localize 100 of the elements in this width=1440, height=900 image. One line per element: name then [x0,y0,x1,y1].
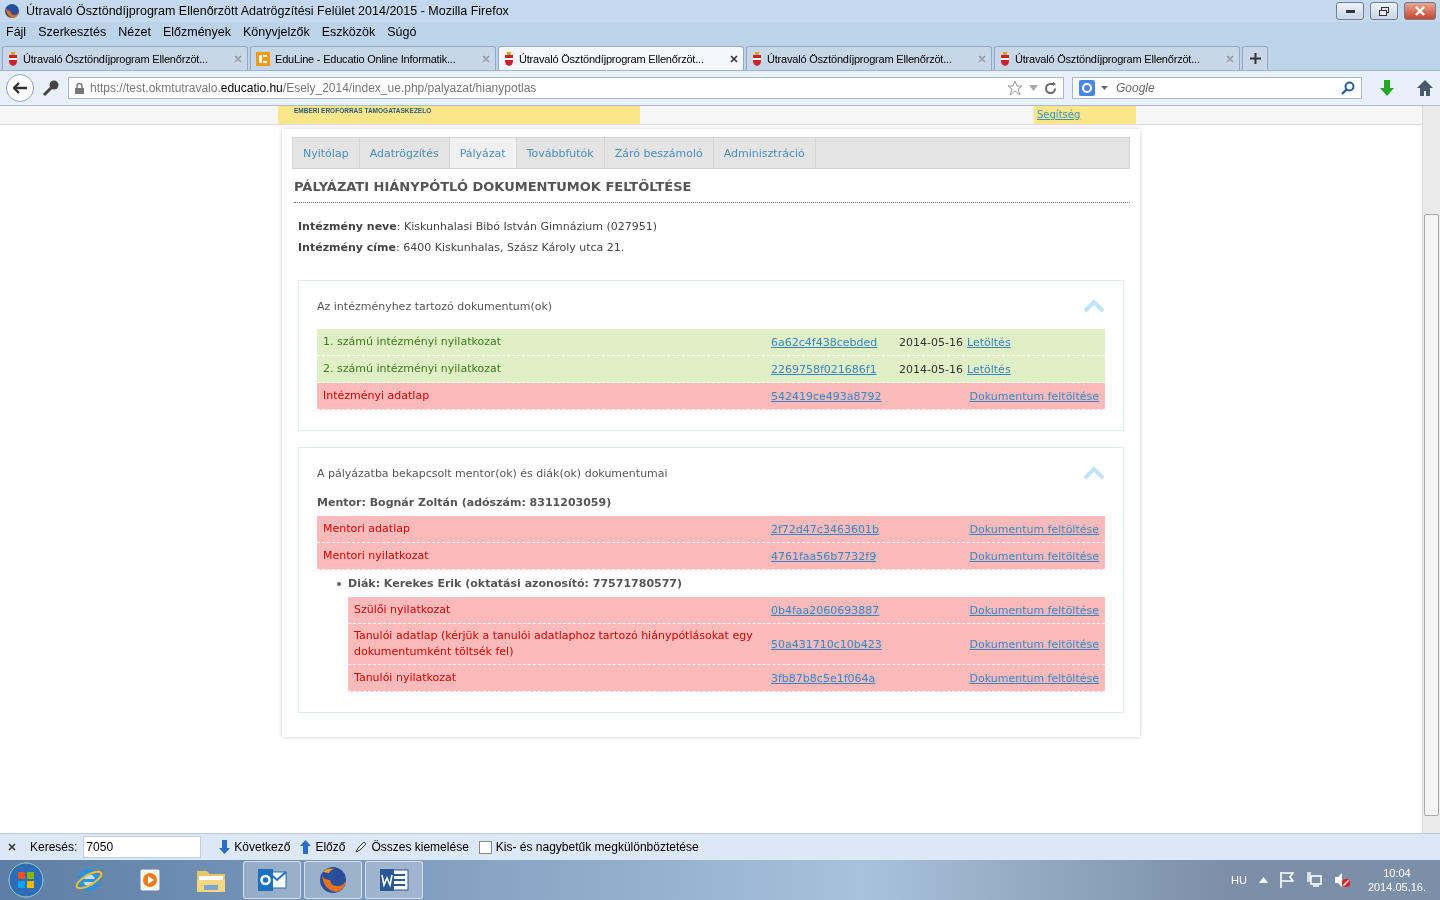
minimize-button[interactable] [1336,2,1364,20]
bullet-icon [337,581,341,586]
up-arrow-icon[interactable] [300,840,312,854]
upload-link[interactable]: Dokumentum feltöltése [969,522,1099,536]
firefox-icon [4,3,20,19]
reload-icon[interactable] [1044,81,1057,95]
restore-icon[interactable] [1379,6,1389,16]
clock-time: 10:04 [1383,867,1411,879]
language-indicator[interactable]: HU [1231,874,1247,886]
outlook-icon [256,866,288,894]
document-name: Tanulói nyilatkozat [354,670,458,686]
download-link[interactable]: Letöltés [967,362,1011,376]
scrollbar[interactable] [1422,106,1440,833]
document-name: Szülői nyilatkozat [354,602,452,618]
key-icon [42,79,60,97]
caret-icon[interactable] [1258,877,1268,883]
browser-tab[interactable]: Útravaló Ösztöndíjprogram Ellenőrzöt... [746,46,992,70]
flag-icon[interactable] [1279,872,1294,888]
panel-title: Az intézményhez tartozó dokumentum(ok) [317,299,553,313]
help-link[interactable]: Segítség [1034,106,1136,124]
document-hash-link[interactable]: 2269758f021686f1 [771,362,877,376]
nav-tab[interactable]: Adatrögzítés [359,138,450,168]
nav-tab[interactable]: Záró beszámoló [604,138,714,168]
back-arrow-icon[interactable] [13,82,27,94]
crest-icon [8,51,18,66]
download-icon[interactable] [1378,79,1396,97]
browser-tab[interactable]: Útravaló Ösztöndíjprogram Ellenőrzöt... [2,46,248,70]
menu-item[interactable]: Nézet [118,25,151,39]
panel-title: A pályázatba bekapcsolt mentor(ok) és diák(ok) dokumentumai [317,466,668,480]
document-hash-link[interactable]: 542419ce493a8792 [771,389,882,403]
previous-button[interactable]: Előző [298,840,348,854]
upload-link[interactable]: Dokumentum feltöltése [969,637,1099,651]
back-button[interactable] [6,74,34,102]
highlight-all-button[interactable]: Összes kiemelése [353,840,471,854]
browser-tab[interactable]: Útravaló Ösztöndíjprogram Ellenőrzöt... [994,46,1240,70]
menu-item[interactable]: Könyvjelzők [243,25,310,39]
menu-item[interactable]: Eszközök [321,25,376,39]
browser-tab[interactable]: Útravaló Ösztöndíjprogram Ellenőrzöt... [498,46,744,70]
google-icon [1079,80,1095,96]
star-icon[interactable] [1007,80,1023,96]
clock-date: 2014.05.16. [1367,881,1426,893]
menu-item[interactable]: Előzmények [162,25,231,39]
menu-item[interactable]: Fájl [6,25,27,39]
down-arrow-icon[interactable] [219,840,231,854]
crest-icon [504,51,514,66]
taskbar-button[interactable] [243,861,301,899]
document-name: Intézményi adatlap [323,388,431,404]
upload-link[interactable]: Dokumentum feltöltése [969,549,1099,563]
plus-icon[interactable] [1249,53,1261,64]
firefox-icon [317,864,349,896]
close-icon[interactable] [730,54,738,63]
tab-title: EduLine - Educatio Online Informatik... [275,52,457,65]
network-icon[interactable] [1305,872,1322,888]
download-link[interactable]: Letöltés [967,335,1011,349]
restore-button[interactable] [1370,2,1398,20]
nav-tab[interactable]: Pályázat [449,138,517,168]
home-icon[interactable] [1416,79,1434,97]
search-icon[interactable] [1341,81,1355,95]
dropdown-icon[interactable] [1101,86,1108,90]
speaker-muted-icon[interactable] [1333,872,1350,888]
document-hash-link[interactable]: 4761faa56b7732f9 [771,549,877,563]
document-hash-link[interactable]: 6a62c4f438cebded [771,335,878,349]
start-button[interactable] [6,860,46,900]
document-name: 2. számú intézményi nyilatkozat [323,361,502,377]
close-button[interactable] [1404,2,1436,20]
student-name: Diák: Kerekes Erik (oktatási azonosító: 77571780577) [348,577,683,590]
crest-icon [1000,51,1010,66]
tab-title: Útravaló Ösztöndíjprogram Ellenőrzöt... [519,52,705,65]
info-line: Intézmény címe: 6400 Kiskunhalas, Szász Károly utca 21. [298,240,626,256]
nav-tab[interactable]: Adminisztráció [713,138,816,168]
new-tab-button[interactable] [1242,46,1268,70]
search-field[interactable]: Google [1072,77,1362,99]
match-case-checkbox[interactable]: Kis- és nagybetűk megkülönböztetése [476,840,701,854]
document-hash-link[interactable]: 0b4faa2060693887 [771,603,880,617]
crest-icon [752,51,762,66]
minimize-icon[interactable] [1345,9,1355,13]
close-icon[interactable] [8,843,16,851]
tab-title: Útravaló Ösztöndíjprogram Ellenőrzöt... [1015,52,1201,65]
window-title: Útravaló Ösztöndíjprogram Ellenőrzött Adatrögzítési Felület 2014/2015 - Mozilla Firefox [26,4,510,18]
taskbar-button[interactable] [365,861,423,899]
upload-date: 2014-05-16 [899,362,964,376]
taskbar-button[interactable] [304,861,362,899]
upload-link[interactable]: Dokumentum feltöltése [969,389,1099,403]
upload-link[interactable]: Dokumentum feltöltése [969,603,1099,617]
menu-item[interactable]: Súgó [387,25,417,39]
pen-icon[interactable] [355,841,368,853]
document-hash-link[interactable]: 3fb87b8c5e1f064a [771,671,876,685]
lock-icon [75,82,84,94]
document-name: Mentori nyilatkozat [323,548,430,564]
document-hash-link[interactable]: 50a431710c10b423 [771,637,882,651]
document-hash-link[interactable]: 2f72d47c3463601b [771,522,879,536]
eduline-icon [256,51,270,66]
next-button[interactable]: Következő [217,840,293,854]
upload-link[interactable]: Dokumentum feltöltése [969,671,1099,685]
nav-tab[interactable]: Nyitólap [293,138,360,168]
nav-tab[interactable]: Továbbfutók [516,138,605,168]
find-field[interactable]: 7050 [83,836,202,858]
page-heading: PÁLYÁZATI HIÁNYPÓTLÓ DOKUMENTUMOK FELTÖLTÉSE [294,179,1130,203]
menu-item[interactable]: Szerkesztés [38,25,107,39]
browser-tab[interactable]: EduLine - Educatio Online Informatik... [250,46,496,70]
